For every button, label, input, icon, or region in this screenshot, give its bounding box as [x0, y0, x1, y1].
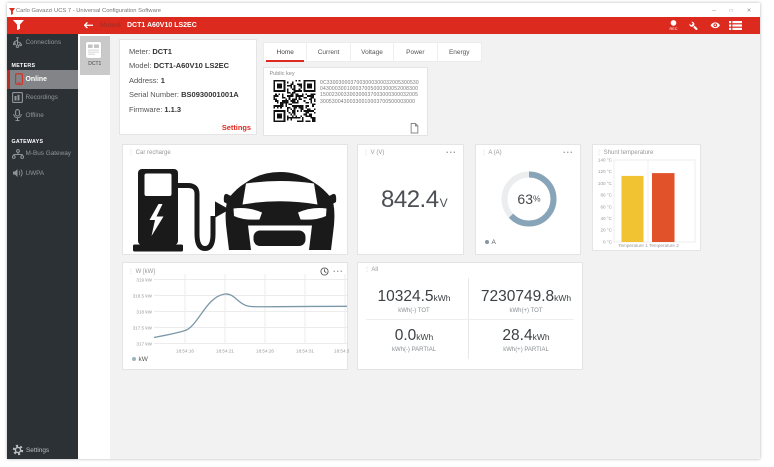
svg-text:40 °C: 40 °C [600, 216, 612, 221]
svg-text:Temperature 2: Temperature 2 [649, 243, 679, 248]
svg-text:20 °C: 20 °C [600, 228, 612, 233]
svg-text:Temperature 1: Temperature 1 [618, 243, 648, 248]
svg-text:317.5 kW: 317.5 kW [133, 326, 153, 331]
svg-text:120 °C: 120 °C [598, 169, 613, 174]
svg-text:80 °C: 80 °C [600, 193, 612, 198]
svg-text:317 kW: 317 kW [136, 342, 152, 347]
svg-text:18:54:16: 18:54:16 [176, 349, 194, 354]
svg-text:140 °C: 140 °C [598, 158, 613, 163]
svg-text:18:54:21: 18:54:21 [216, 349, 234, 354]
svg-text:18:54:31: 18:54:31 [296, 349, 314, 354]
svg-text:318 kW: 318 kW [136, 310, 152, 315]
svg-text:18:54:26: 18:54:26 [256, 349, 274, 354]
svg-text:318.5 kW: 318.5 kW [133, 294, 153, 299]
svg-text:REC: REC [669, 27, 677, 31]
svg-text:319 kW: 319 kW [136, 278, 152, 283]
svg-text:0 °C: 0 °C [603, 239, 613, 244]
svg-text:100 °C: 100 °C [598, 181, 613, 186]
svg-text:60 °C: 60 °C [600, 204, 612, 209]
svg-text:18:54:36: 18:54:36 [334, 349, 349, 354]
